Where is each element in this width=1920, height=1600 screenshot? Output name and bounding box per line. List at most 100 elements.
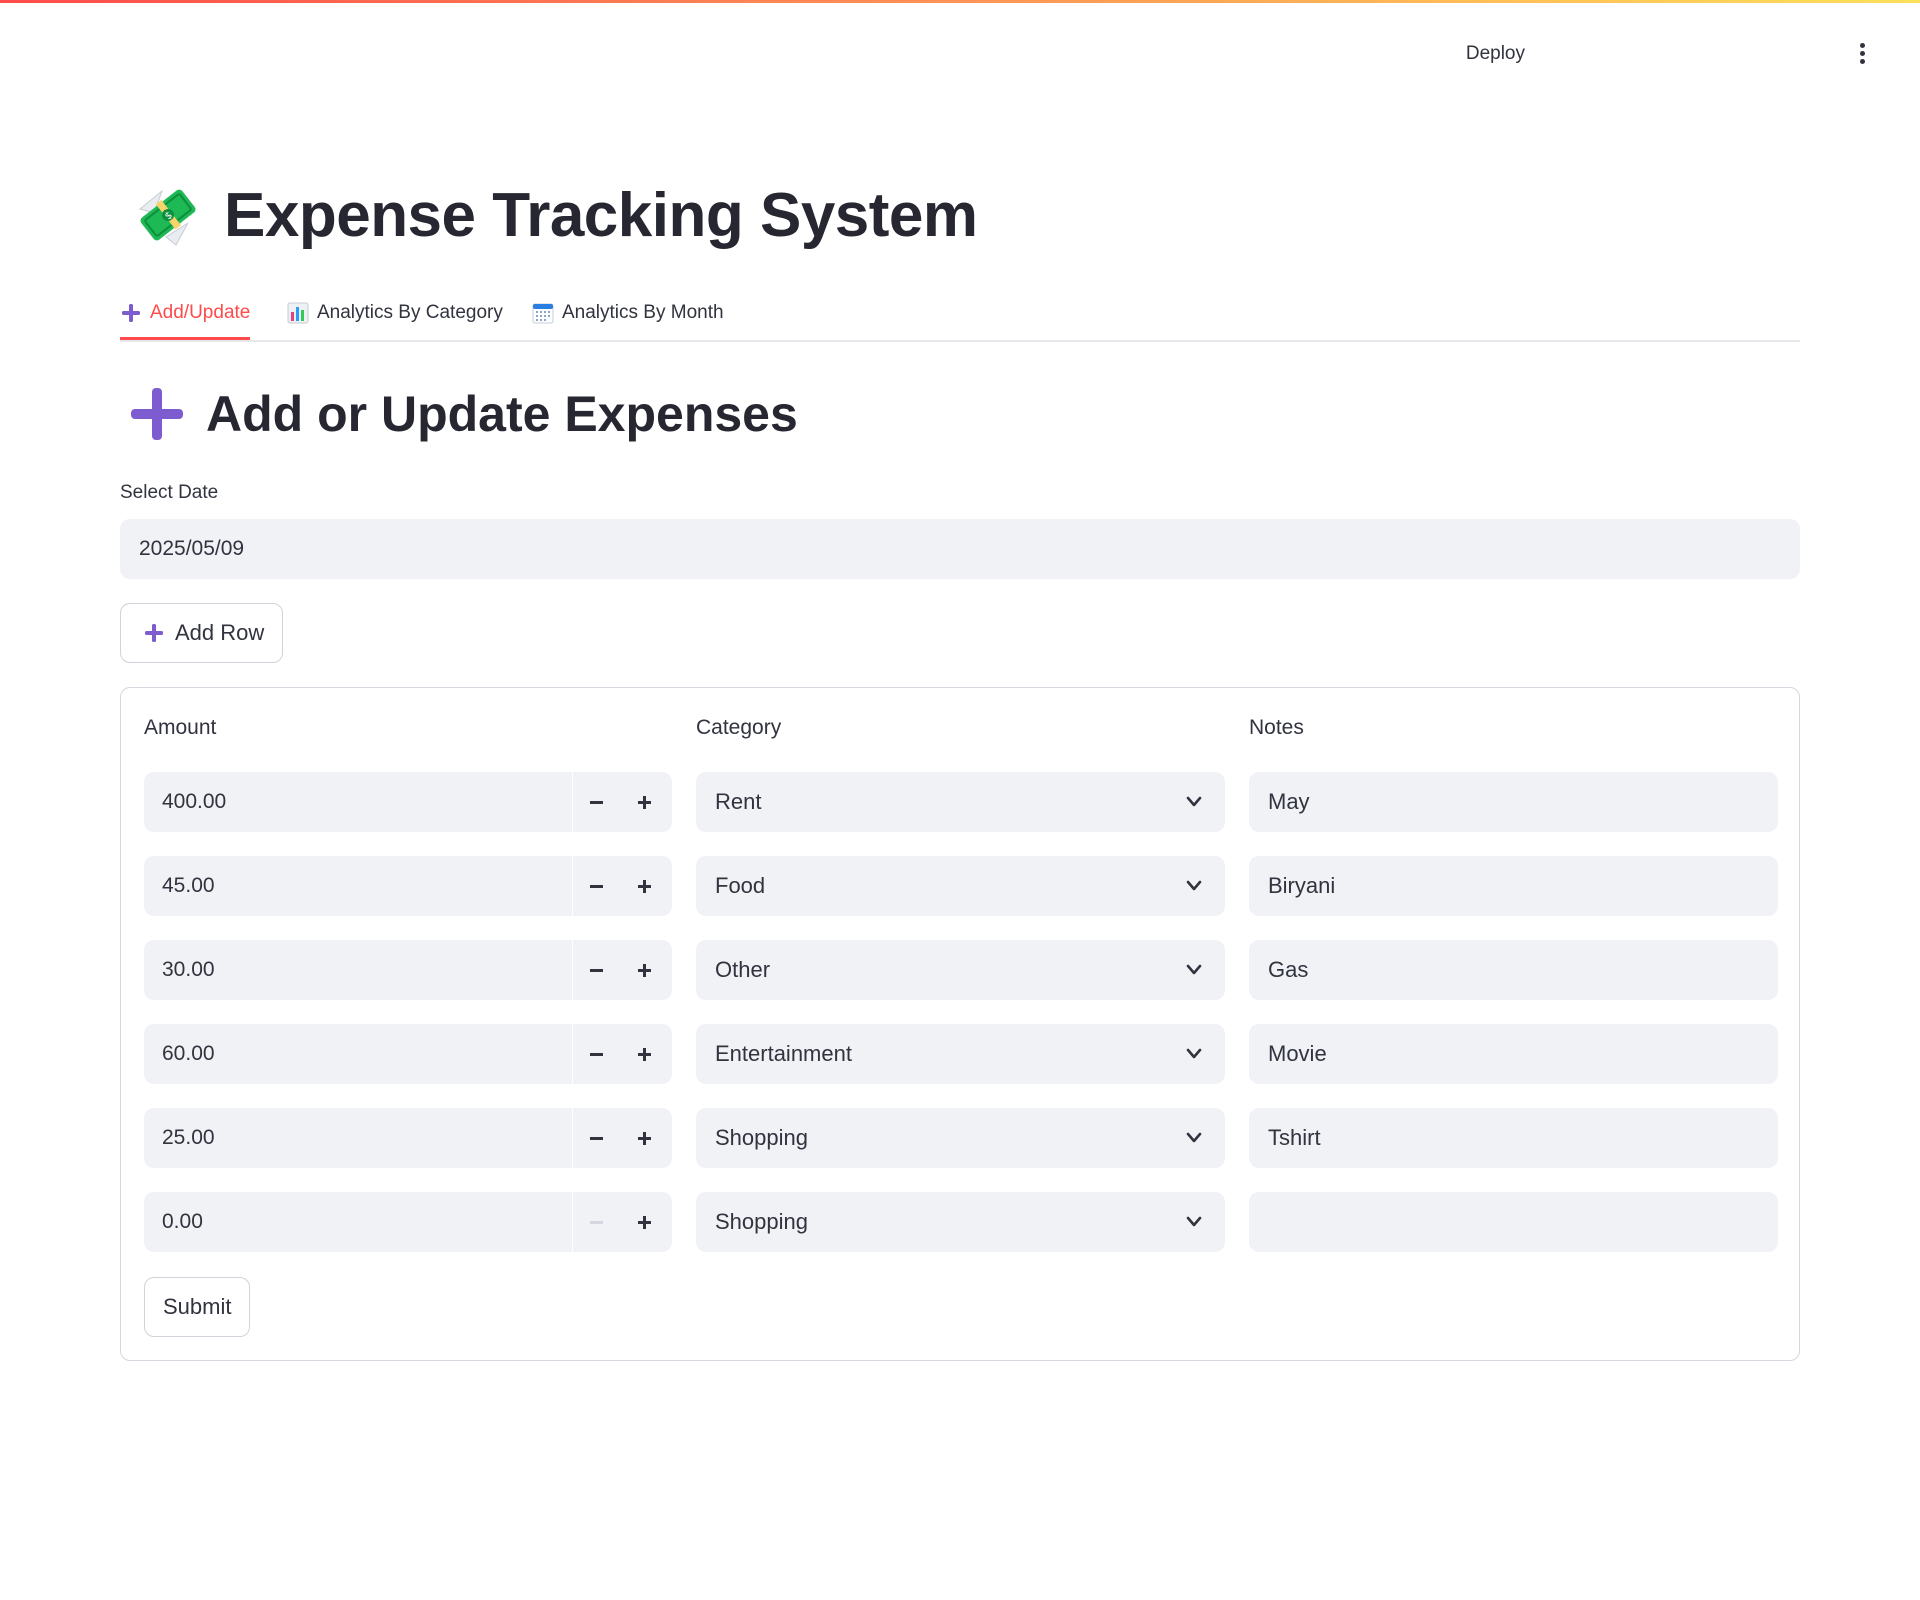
category-select[interactable]: Shopping (696, 1192, 1225, 1252)
minus-icon (589, 884, 603, 888)
notes-value: Gas (1268, 957, 1309, 982)
amount-input[interactable]: 30.00 (144, 940, 672, 1000)
tab-bar: Add/Update Analytics By Category Analyti… (120, 288, 1800, 342)
expense-row: 25.00 Shopping Tshirt (144, 1108, 1778, 1168)
increment-button[interactable] (620, 1108, 668, 1168)
expense-row: 45.00 Food Biryani (144, 856, 1778, 916)
tab-label: Analytics By Month (562, 302, 724, 323)
minus-icon (589, 1136, 603, 1140)
notes-input[interactable]: Gas (1249, 940, 1778, 1000)
category-value: Rent (715, 789, 762, 814)
plus-icon (637, 879, 651, 893)
category-select[interactable]: Food (696, 856, 1225, 916)
amount-value: 30.00 (162, 958, 215, 981)
tab-add-update[interactable]: Add/Update (120, 288, 251, 340)
section-heading: Add or Update Expenses (128, 385, 798, 443)
notes-value: Biryani (1268, 873, 1336, 898)
deploy-button[interactable]: Deploy (1425, 43, 1525, 65)
notes-column-header: Notes (1249, 716, 1304, 739)
amount-input[interactable]: 45.00 (144, 856, 672, 916)
amount-value: 0.00 (162, 1210, 203, 1233)
minus-icon (589, 968, 603, 972)
tab-label: Add/Update (150, 302, 251, 323)
decrement-button[interactable] (572, 1192, 620, 1252)
tab-analytics-by-category[interactable]: Analytics By Category (287, 288, 503, 338)
tab-label: Analytics By Category (317, 302, 503, 323)
amount-input[interactable]: 60.00 (144, 1024, 672, 1084)
notes-input[interactable] (1249, 1192, 1778, 1252)
amount-input[interactable]: 400.00 (144, 772, 672, 832)
plus-icon (122, 304, 140, 322)
vertical-dots-icon[interactable] (1850, 40, 1874, 70)
category-select[interactable]: Other (696, 940, 1225, 1000)
notes-input[interactable]: May (1249, 772, 1778, 832)
expense-form: Amount Category Notes 400.00 Rent May 45… (120, 687, 1800, 1361)
decrement-button[interactable] (572, 1108, 620, 1168)
expense-row: 60.00 Entertainment Movie (144, 1024, 1778, 1084)
notes-input[interactable]: Biryani (1249, 856, 1778, 916)
notes-value: Movie (1268, 1041, 1327, 1066)
amount-value: 25.00 (162, 1126, 215, 1149)
minus-icon (589, 800, 603, 804)
category-value: Other (715, 957, 771, 982)
chevron-down-icon (1186, 964, 1202, 975)
plus-icon (637, 963, 651, 977)
chevron-down-icon (1186, 1132, 1202, 1143)
plus-icon (637, 1047, 651, 1061)
minus-icon (589, 1220, 603, 1224)
chevron-down-icon (1186, 1048, 1202, 1059)
date-input[interactable]: 2025/05/09 (120, 519, 1800, 579)
amount-value: 45.00 (162, 874, 215, 897)
money-with-wings-icon: $ (138, 189, 196, 246)
plus-icon (131, 388, 183, 440)
category-value: Shopping (715, 1209, 808, 1234)
expense-row: 30.00 Other Gas (144, 940, 1778, 1000)
decrement-button[interactable] (572, 772, 620, 832)
increment-button[interactable] (620, 1192, 668, 1252)
plus-icon (637, 1131, 651, 1145)
date-label: Select Date (120, 482, 219, 503)
add-row-label: Add Row (175, 620, 265, 645)
decrement-button[interactable] (572, 1024, 620, 1084)
expense-row: 400.00 Rent May (144, 772, 1778, 832)
plus-icon (637, 795, 651, 809)
category-value: Shopping (715, 1125, 808, 1150)
amount-column-header: Amount (144, 716, 217, 739)
amount-value: 400.00 (162, 790, 227, 813)
increment-button[interactable] (620, 1024, 668, 1084)
chevron-down-icon (1186, 880, 1202, 891)
tab-analytics-by-month[interactable]: Analytics By Month (532, 288, 724, 338)
minus-icon (589, 1052, 603, 1056)
category-column-header: Category (696, 716, 782, 739)
amount-value: 60.00 (162, 1042, 215, 1065)
amount-input[interactable]: 0.00 (144, 1192, 672, 1252)
increment-button[interactable] (620, 940, 668, 1000)
page-title: Expense Tracking System (224, 180, 978, 250)
notes-input[interactable]: Movie (1249, 1024, 1778, 1084)
category-select[interactable]: Rent (696, 772, 1225, 832)
submit-button[interactable]: Submit (144, 1277, 251, 1337)
chevron-down-icon (1186, 1216, 1202, 1227)
category-value: Food (715, 873, 766, 898)
calendar-icon (532, 303, 554, 324)
notes-input[interactable]: Tshirt (1249, 1108, 1778, 1168)
decrement-button[interactable] (572, 940, 620, 1000)
add-row-button[interactable]: Add Row (120, 603, 284, 663)
plus-icon (145, 624, 163, 642)
plus-icon (637, 1215, 651, 1229)
category-value: Entertainment (715, 1041, 852, 1066)
increment-button[interactable] (620, 772, 668, 832)
amount-input[interactable]: 25.00 (144, 1108, 672, 1168)
notes-value: May (1268, 789, 1310, 814)
increment-button[interactable] (620, 856, 668, 916)
app-title: $ Expense Tracking System (132, 175, 978, 255)
decrement-button[interactable] (572, 856, 620, 916)
chevron-down-icon (1186, 796, 1202, 807)
category-select[interactable]: Entertainment (696, 1024, 1225, 1084)
decoration-top-bar (0, 0, 1920, 3)
notes-value: Tshirt (1268, 1125, 1321, 1150)
expense-row: 0.00 Shopping (144, 1192, 1778, 1252)
category-select[interactable]: Shopping (696, 1108, 1225, 1168)
section-title: Add or Update Expenses (206, 386, 798, 442)
bar-chart-icon (287, 302, 309, 324)
